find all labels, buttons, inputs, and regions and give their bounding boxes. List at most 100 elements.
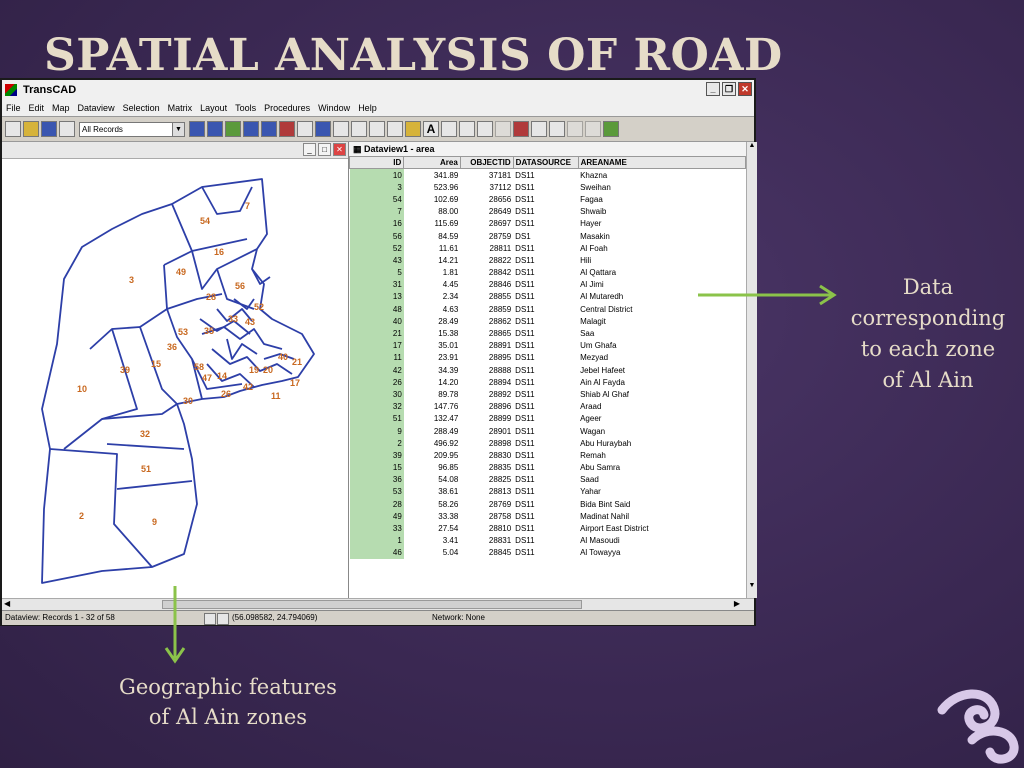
map-restore-button[interactable]: □: [318, 143, 331, 156]
menu-layout[interactable]: Layout: [196, 103, 231, 113]
pattern-icon[interactable]: [243, 121, 259, 137]
sort-icon[interactable]: [441, 121, 457, 137]
menu-selection[interactable]: Selection: [119, 103, 164, 113]
table-icon[interactable]: [549, 121, 565, 137]
save-icon[interactable]: [41, 121, 57, 137]
map-close-button[interactable]: ✕: [333, 143, 346, 156]
open-folder-icon[interactable]: [23, 121, 39, 137]
theme-icon[interactable]: [225, 121, 241, 137]
cell-area: 27.54: [438, 524, 459, 534]
menu-window[interactable]: Window: [314, 103, 354, 113]
table-row[interactable]: 43 14.21 28822 DS11 Hili: [349, 254, 746, 267]
lock-icon[interactable]: [405, 121, 421, 137]
menu-procedures[interactable]: Procedures: [260, 103, 314, 113]
table-row[interactable]: 2 496.92 28898 DS11 Abu Huraybah: [349, 437, 746, 450]
horizontal-scroll-thumb[interactable]: [162, 600, 582, 609]
map-icon[interactable]: [603, 121, 619, 137]
dot-density-icon[interactable]: [261, 121, 277, 137]
zone-label: 10: [77, 384, 87, 394]
table-row[interactable]: 53 38.61 28813 DS11 Yahar: [349, 485, 746, 499]
table-row[interactable]: 16 115.69 28697 DS11 Hayer: [349, 217, 746, 230]
table-row[interactable]: 49 33.38 28758 DS11 Madinat Nahil: [349, 510, 746, 523]
table-row[interactable]: 32 147.76 28896 DS11 Araad: [349, 400, 746, 413]
column-header-area[interactable]: Area: [403, 156, 461, 169]
scaled-symbol-icon[interactable]: [279, 121, 295, 137]
chevron-down-icon[interactable]: ▼: [172, 122, 184, 136]
pan-icon[interactable]: [204, 613, 216, 625]
cancel-icon[interactable]: [513, 121, 529, 137]
table-row[interactable]: 26 14.20 28894 DS11 Ain Al Fayda: [349, 376, 746, 389]
vertical-scrollbar[interactable]: ▲ ▼: [746, 142, 757, 598]
zone-map[interactable]: 7 54 16 49 3 56 28 52 53 35 33 43 36 15 …: [2, 159, 348, 599]
table-row[interactable]: 39 209.95 28830 DS11 Remah: [349, 449, 746, 462]
cell-datasource: DS11: [515, 329, 535, 339]
print-icon[interactable]: [59, 121, 75, 137]
menu-file[interactable]: File: [2, 103, 25, 113]
table-row[interactable]: 15 96.85 28835 DS11 Abu Samra: [349, 461, 746, 474]
table-row[interactable]: 48 4.63 28859 DS11 Central District: [349, 303, 746, 316]
scroll-left-icon[interactable]: ◀: [4, 599, 10, 608]
join-icon[interactable]: [459, 121, 475, 137]
table-row[interactable]: 54 102.69 28656 DS11 Fagaa: [349, 193, 746, 206]
chart-icon[interactable]: [207, 121, 223, 137]
annotation-line: corresponding: [850, 306, 1006, 330]
table-row[interactable]: 56 84.59 28759 DS1 Masakin: [349, 229, 746, 243]
table-row[interactable]: 51 132.47 28899 DS11 Ageer: [349, 412, 746, 425]
close-button[interactable]: ✕: [738, 82, 752, 96]
table-row[interactable]: 5 1.81 28842 DS11 Al Qattara: [349, 266, 746, 279]
columns-icon[interactable]: [387, 121, 403, 137]
table-row[interactable]: 3 523.96 37112 DS11 Sweihan: [349, 181, 746, 194]
column-header-areaname[interactable]: AREANAME: [577, 156, 747, 169]
table-row[interactable]: 21 15.38 28865 DS11 Saa: [349, 327, 746, 340]
cell-areaname: Sweihan: [580, 182, 611, 192]
map-pane[interactable]: _ □ ✕ 7 54 16 49 3 56 28 52 53 35 33 43 …: [2, 142, 349, 598]
sum-icon[interactable]: [531, 121, 547, 137]
menu-help[interactable]: Help: [354, 103, 381, 113]
zone-label: 2: [79, 511, 84, 521]
fill-column-icon[interactable]: [369, 121, 385, 137]
dataview-pane[interactable]: ▦ Dataview1 - area ID Area OBJECTID DATA…: [348, 142, 747, 598]
insert-icon[interactable]: [477, 121, 493, 137]
table-row[interactable]: 9 288.49 28901 DS11 Wagan: [349, 424, 746, 438]
record-set-select[interactable]: All Records ▼: [79, 121, 185, 137]
network-icon[interactable]: [297, 121, 313, 137]
table-row[interactable]: 10 341.89 37181 DS11 Khazna: [349, 168, 746, 182]
restore-button[interactable]: ❐: [722, 82, 736, 96]
column-header-datasource[interactable]: DATASOURCE: [512, 156, 579, 169]
scroll-up-icon[interactable]: ▲: [747, 142, 757, 149]
table-row[interactable]: 36 54.08 28825 DS11 Saad: [349, 473, 746, 486]
table-row[interactable]: 1 3.41 28831 DS11 Al Masoudi: [349, 534, 746, 547]
table-row[interactable]: 52 11.61 28811 DS11 Al Foah: [349, 242, 746, 255]
minimize-button[interactable]: _: [706, 82, 720, 96]
data-table[interactable]: ID Area OBJECTID DATASOURCE AREANAME 10 3…: [348, 156, 747, 559]
menu-matrix[interactable]: Matrix: [164, 103, 197, 113]
table-row[interactable]: 40 28.49 28862 DS11 Malagit: [349, 315, 746, 328]
table-row[interactable]: 30 89.78 28892 DS11 Shiab Al Ghaf: [349, 388, 746, 401]
menu-tools[interactable]: Tools: [231, 103, 260, 113]
menu-edit[interactable]: Edit: [25, 103, 49, 113]
table-row[interactable]: 33 27.54 28810 DS11 Airport East District: [349, 522, 746, 535]
dataview-icon[interactable]: [189, 121, 205, 137]
table-row[interactable]: 7 88.00 28649 DS11 Shwaib: [349, 205, 746, 218]
column-header-id[interactable]: ID: [348, 156, 405, 169]
table-row[interactable]: 46 5.04 28845 DS11 Al Towayya: [349, 546, 746, 559]
table-row[interactable]: 31 4.45 28846 DS11 Al Jimi: [349, 278, 746, 291]
route-icon[interactable]: [315, 121, 331, 137]
map-minimize-button[interactable]: _: [303, 143, 316, 156]
column-header-objectid[interactable]: OBJECTID: [459, 156, 514, 169]
table-row[interactable]: 17 35.01 28891 DS11 Um Ghafa: [349, 339, 746, 352]
cell-objectid: 28894: [488, 377, 512, 387]
table-row[interactable]: 28 58.26 28769 DS11 Bida Bint Said: [349, 498, 746, 511]
table-row[interactable]: 13 2.34 28855 DS11 Al Mutaredh: [349, 290, 746, 304]
menu-map[interactable]: Map: [48, 103, 74, 113]
scroll-right-icon[interactable]: ▶: [734, 599, 740, 608]
table-row[interactable]: 42 34.39 28888 DS11 Jebel Hafeet: [349, 364, 746, 377]
scroll-down-icon[interactable]: ▼: [747, 582, 757, 589]
fill-icon[interactable]: [333, 121, 349, 137]
new-file-icon[interactable]: [5, 121, 21, 137]
formula-icon[interactable]: [351, 121, 367, 137]
text-icon[interactable]: A: [423, 121, 439, 137]
cancel-coords-icon[interactable]: [217, 613, 229, 625]
menu-dataview[interactable]: Dataview: [74, 103, 119, 113]
table-row[interactable]: 11 23.91 28895 DS11 Mezyad: [349, 351, 746, 364]
